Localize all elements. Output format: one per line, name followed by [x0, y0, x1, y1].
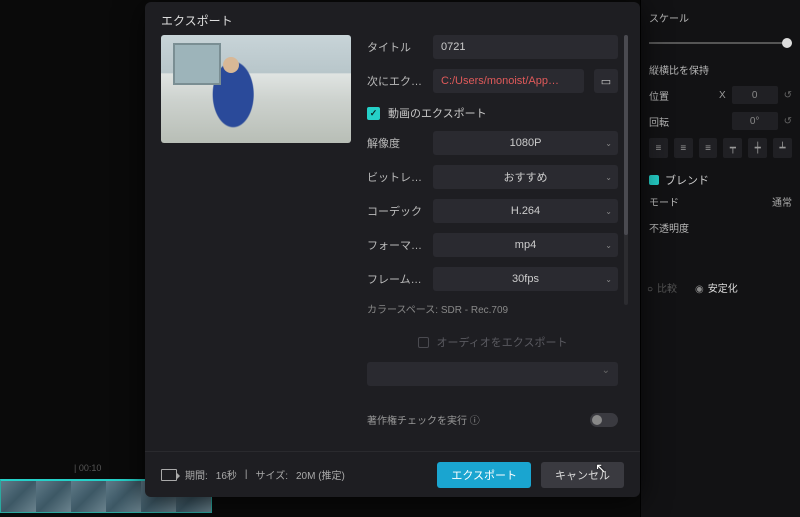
scrollbar[interactable] — [624, 35, 628, 305]
format-select[interactable]: mp4⌄ — [433, 233, 618, 257]
audio-export-section-header[interactable]: オーディオをエクスポート — [367, 334, 618, 350]
scale-slider[interactable] — [649, 42, 792, 44]
video-file-icon — [161, 469, 177, 481]
export-preview-thumbnail — [161, 35, 351, 143]
align-top-icon[interactable]: ┯ — [723, 138, 742, 158]
framerate-select[interactable]: 30fps⌄ — [433, 267, 618, 291]
cancel-button[interactable]: キャンセル — [541, 462, 624, 488]
dialog-title: エクスポート — [145, 2, 640, 35]
chevron-down-icon: ⌄ — [605, 139, 612, 148]
export-path-label: 次にエク… — [367, 73, 423, 89]
copyright-check-label: 著作権チェックを実行 ⓘ — [367, 412, 480, 427]
reset-icon[interactable]: ↺ — [784, 90, 792, 101]
blend-checkbox-icon[interactable] — [649, 175, 659, 185]
resolution-select[interactable]: 1080P⌄ — [433, 131, 618, 155]
keep-ratio-label: 縦横比を保持 — [649, 62, 792, 77]
chevron-down-icon: ⌄ — [605, 173, 612, 182]
blend-mode-value[interactable]: 通常 — [772, 194, 792, 209]
export-dialog: エクスポート タイトル 0721 次にエク… C:/Users/monoist/… — [145, 2, 640, 497]
folder-icon: ▭ — [601, 75, 611, 88]
video-export-section-header[interactable]: ✓ 動画のエクスポート — [367, 105, 618, 121]
chevron-down-icon: ⌄ — [605, 241, 612, 250]
bitrate-select[interactable]: おすすめ⌄ — [433, 165, 618, 189]
align-center-icon[interactable]: ≡ — [674, 138, 693, 158]
export-info: 期間: 16秒 | サイズ: 20M (推定) — [161, 467, 345, 482]
framerate-label: フレーム… — [367, 271, 423, 287]
rotation-value[interactable]: 0° — [732, 112, 778, 130]
align-left-icon[interactable]: ≡ — [649, 138, 668, 158]
scale-label: スケール — [649, 10, 792, 25]
title-field-label: タイトル — [367, 39, 423, 55]
title-input[interactable]: 0721 — [433, 35, 618, 59]
chevron-down-icon: ⌄ — [605, 207, 612, 216]
audio-export-checkbox[interactable] — [418, 337, 429, 348]
format-label: フォーマット — [367, 237, 423, 253]
video-export-checkbox[interactable]: ✓ — [367, 107, 380, 120]
align-right-icon[interactable]: ≡ — [699, 138, 718, 158]
reset-icon[interactable]: ↺ — [784, 116, 792, 127]
audio-format-select[interactable] — [367, 362, 618, 386]
position-x-value[interactable]: 0 — [732, 86, 778, 104]
copyright-check-toggle[interactable] — [590, 413, 618, 427]
chevron-down-icon: ⌄ — [605, 275, 612, 284]
colorspace-info: カラースペース: SDR - Rec.709 — [367, 301, 618, 316]
tab-stabilize[interactable]: ◉安定化 — [695, 280, 738, 295]
export-path-input[interactable]: C:/Users/monoist/App… — [433, 69, 584, 93]
browse-folder-button[interactable]: ▭ — [594, 69, 618, 93]
blend-mode-label: モード — [649, 194, 766, 209]
align-middle-icon[interactable]: ┿ — [748, 138, 767, 158]
rotation-label: 回転 — [649, 114, 726, 129]
blend-section-header: ブレンド — [649, 172, 792, 188]
inspector-panel: スケール 縦横比を保持 位置 X 0 ↺ 回転 0° ↺ ≡ ≡ ≡ ┯ ┿ ┷… — [640, 0, 800, 517]
resolution-label: 解像度 — [367, 135, 423, 151]
position-label: 位置 — [649, 88, 713, 103]
tab-compare[interactable]: ○比較 — [647, 280, 677, 295]
align-bottom-icon[interactable]: ┷ — [773, 138, 792, 158]
position-x-label: X — [719, 90, 726, 101]
codec-label: コーデック — [367, 203, 423, 219]
export-button[interactable]: エクスポート — [437, 462, 531, 488]
bitrate-label: ビットレート — [367, 169, 423, 185]
codec-select[interactable]: H.264⌄ — [433, 199, 618, 223]
opacity-label: 不透明度 — [649, 220, 792, 235]
